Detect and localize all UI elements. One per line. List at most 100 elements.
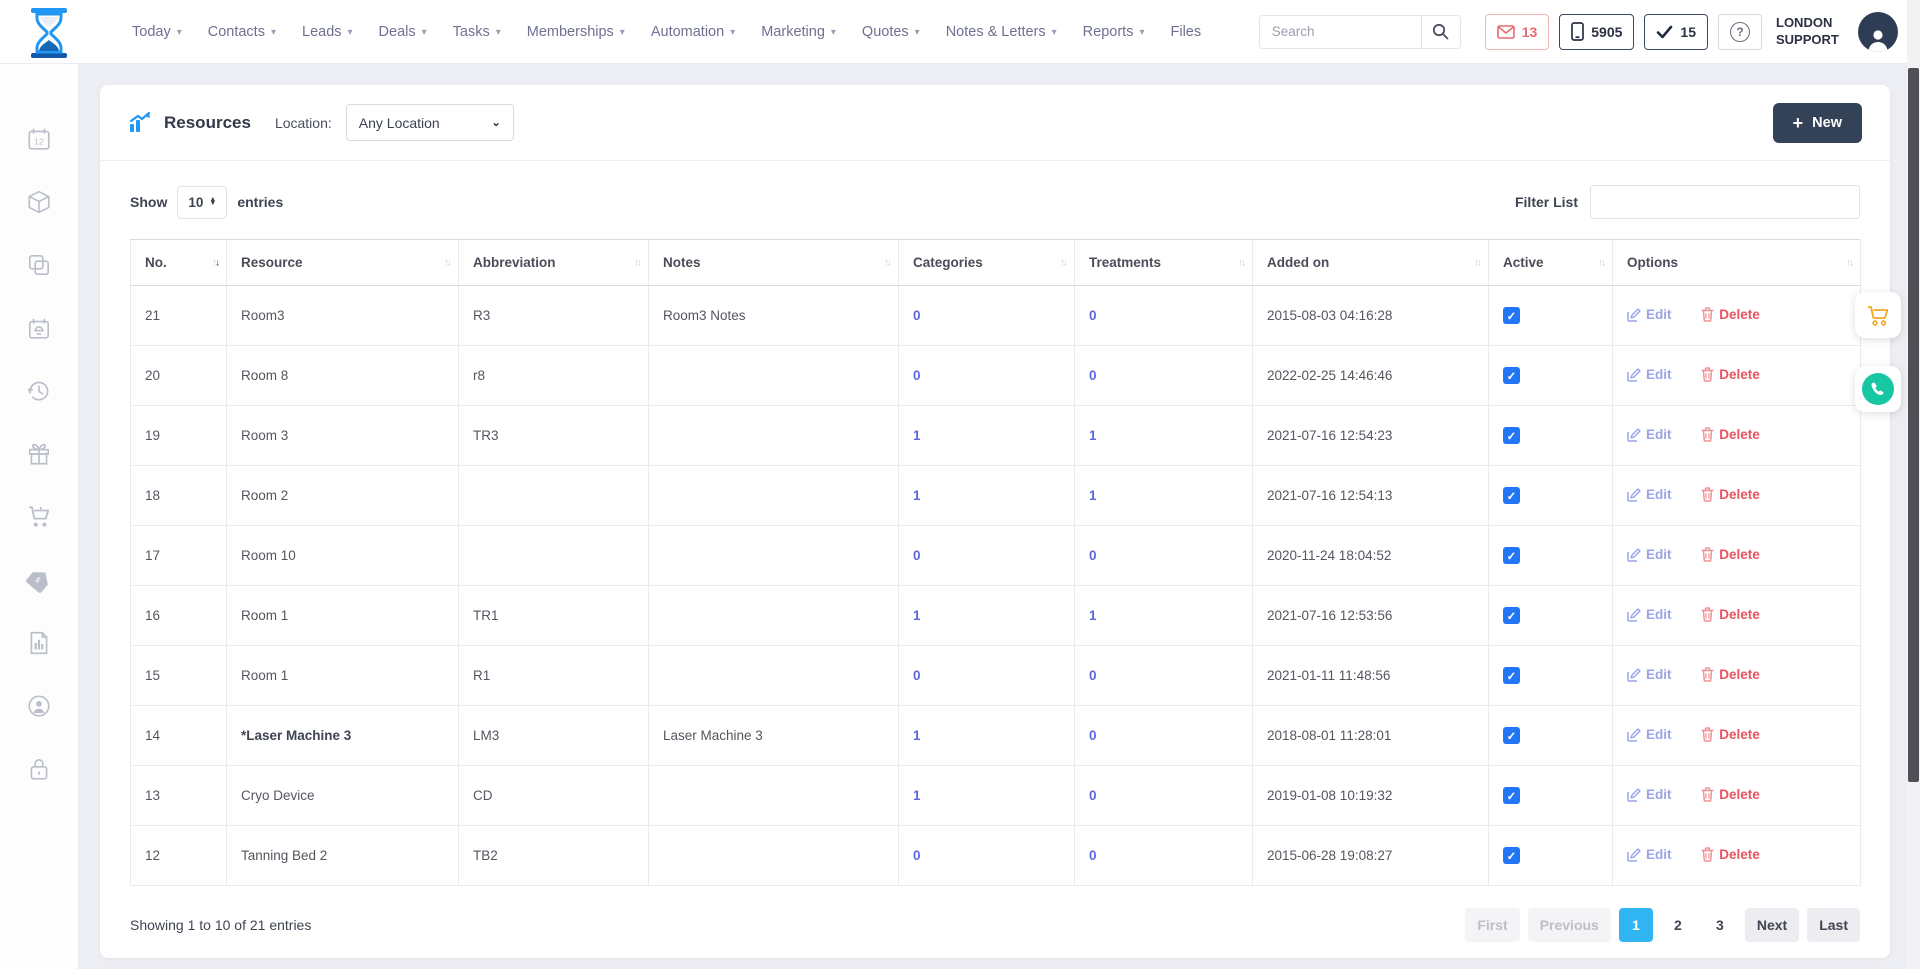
- calls-badge[interactable]: 5905: [1559, 14, 1634, 50]
- treatments-link[interactable]: 0: [1089, 548, 1097, 563]
- cart-fab-button[interactable]: [1855, 292, 1901, 338]
- edit-button[interactable]: Edit: [1627, 607, 1672, 622]
- column-header[interactable]: Categories ↑↓: [899, 240, 1075, 286]
- active-checkbox[interactable]: [1503, 787, 1520, 804]
- delete-button[interactable]: Delete: [1701, 367, 1760, 382]
- entries-per-page-select[interactable]: 10 ▲▼: [177, 186, 227, 219]
- categories-link[interactable]: 0: [913, 848, 921, 863]
- column-header[interactable]: Notes ↑↓: [649, 240, 899, 286]
- duplicates-icon[interactable]: [26, 252, 52, 278]
- delete-button[interactable]: Delete: [1701, 427, 1760, 442]
- nav-item[interactable]: Automation ▾: [651, 24, 735, 40]
- pagination-last[interactable]: Last: [1807, 908, 1860, 942]
- cart-icon[interactable]: [26, 504, 52, 530]
- edit-button[interactable]: Edit: [1627, 547, 1672, 562]
- categories-link[interactable]: 1: [913, 488, 921, 503]
- help-badge[interactable]: ?: [1718, 14, 1762, 50]
- active-checkbox[interactable]: [1503, 667, 1520, 684]
- filter-input[interactable]: [1590, 185, 1860, 219]
- column-header[interactable]: Abbreviation ↑↓: [459, 240, 649, 286]
- treatments-link[interactable]: 0: [1089, 368, 1097, 383]
- categories-link[interactable]: 1: [913, 428, 921, 443]
- nav-item[interactable]: Tasks ▾: [453, 24, 501, 40]
- nav-item[interactable]: Deals ▾: [379, 24, 427, 40]
- active-checkbox[interactable]: [1503, 547, 1520, 564]
- active-checkbox[interactable]: [1503, 727, 1520, 744]
- categories-link[interactable]: 1: [913, 608, 921, 623]
- categories-link[interactable]: 0: [913, 548, 921, 563]
- treatments-link[interactable]: 1: [1089, 608, 1097, 623]
- price-tag-icon[interactable]: $: [26, 567, 52, 593]
- edit-button[interactable]: Edit: [1627, 847, 1672, 862]
- edit-button[interactable]: Edit: [1627, 487, 1672, 502]
- edit-button[interactable]: Edit: [1627, 427, 1672, 442]
- nav-item[interactable]: Quotes ▾: [862, 24, 920, 40]
- nav-item[interactable]: Today ▾: [132, 24, 182, 40]
- nav-item[interactable]: Reports ▾: [1083, 24, 1145, 40]
- categories-link[interactable]: 0: [913, 368, 921, 383]
- pagination-page[interactable]: 1: [1619, 908, 1653, 942]
- scrollbar-thumb[interactable]: [1908, 68, 1919, 782]
- active-checkbox[interactable]: [1503, 487, 1520, 504]
- delete-button[interactable]: Delete: [1701, 547, 1760, 562]
- active-checkbox[interactable]: [1503, 307, 1520, 324]
- delete-button[interactable]: Delete: [1701, 307, 1760, 322]
- reports-icon[interactable]: [26, 630, 52, 656]
- column-header[interactable]: Active ↑↓: [1489, 240, 1613, 286]
- delete-button[interactable]: Delete: [1701, 847, 1760, 862]
- active-checkbox[interactable]: [1503, 367, 1520, 384]
- products-icon[interactable]: [26, 189, 52, 215]
- pagination-next[interactable]: Next: [1745, 908, 1799, 942]
- categories-link[interactable]: 0: [913, 668, 921, 683]
- treatments-link[interactable]: 0: [1089, 728, 1097, 743]
- nav-item[interactable]: Marketing ▾: [761, 24, 836, 40]
- nav-item[interactable]: Notes & Letters ▾: [946, 24, 1057, 40]
- column-header[interactable]: No. ↑↓: [131, 240, 227, 286]
- active-checkbox[interactable]: [1503, 607, 1520, 624]
- categories-link[interactable]: 1: [913, 728, 921, 743]
- page-scrollbar[interactable]: [1907, 0, 1920, 969]
- column-header[interactable]: Options ↑↓: [1613, 240, 1861, 286]
- calendar-icon[interactable]: 12: [26, 126, 52, 152]
- history-icon[interactable]: [26, 378, 52, 404]
- delete-button[interactable]: Delete: [1701, 487, 1760, 502]
- user-avatar[interactable]: [1858, 12, 1898, 52]
- column-header[interactable]: Added on ↑↓: [1253, 240, 1489, 286]
- edit-button[interactable]: Edit: [1627, 307, 1672, 322]
- categories-link[interactable]: 0: [913, 308, 921, 323]
- account-icon[interactable]: [26, 693, 52, 719]
- nav-item[interactable]: Leads ▾: [302, 24, 353, 40]
- app-logo-hourglass-icon[interactable]: [26, 8, 72, 63]
- active-checkbox[interactable]: [1503, 427, 1520, 444]
- search-button[interactable]: [1421, 15, 1461, 49]
- pagination-first[interactable]: First: [1465, 908, 1519, 942]
- delete-button[interactable]: Delete: [1701, 667, 1760, 682]
- edit-button[interactable]: Edit: [1627, 727, 1672, 742]
- pagination-page[interactable]: 2: [1661, 908, 1695, 942]
- column-header[interactable]: Resource ↑↓: [227, 240, 459, 286]
- tasks-badge[interactable]: 15: [1644, 14, 1708, 50]
- column-header[interactable]: Treatments ↑↓: [1075, 240, 1253, 286]
- treatments-link[interactable]: 1: [1089, 428, 1097, 443]
- treatments-link[interactable]: 0: [1089, 788, 1097, 803]
- categories-link[interactable]: 1: [913, 788, 921, 803]
- treatments-link[interactable]: 0: [1089, 308, 1097, 323]
- edit-button[interactable]: Edit: [1627, 787, 1672, 802]
- call-fab-button[interactable]: [1855, 366, 1901, 412]
- nav-item[interactable]: Files: [1170, 24, 1201, 40]
- treatments-link[interactable]: 1: [1089, 488, 1097, 503]
- lock-icon[interactable]: [26, 756, 52, 782]
- appointments-icon[interactable]: [26, 315, 52, 341]
- delete-button[interactable]: Delete: [1701, 727, 1760, 742]
- delete-button[interactable]: Delete: [1701, 787, 1760, 802]
- delete-button[interactable]: Delete: [1701, 607, 1760, 622]
- pagination-page[interactable]: 3: [1703, 908, 1737, 942]
- search-input[interactable]: [1259, 15, 1421, 49]
- nav-item[interactable]: Contacts ▾: [208, 24, 276, 40]
- edit-button[interactable]: Edit: [1627, 667, 1672, 682]
- treatments-link[interactable]: 0: [1089, 668, 1097, 683]
- treatments-link[interactable]: 0: [1089, 848, 1097, 863]
- active-checkbox[interactable]: [1503, 847, 1520, 864]
- gifts-icon[interactable]: [26, 441, 52, 467]
- edit-button[interactable]: Edit: [1627, 367, 1672, 382]
